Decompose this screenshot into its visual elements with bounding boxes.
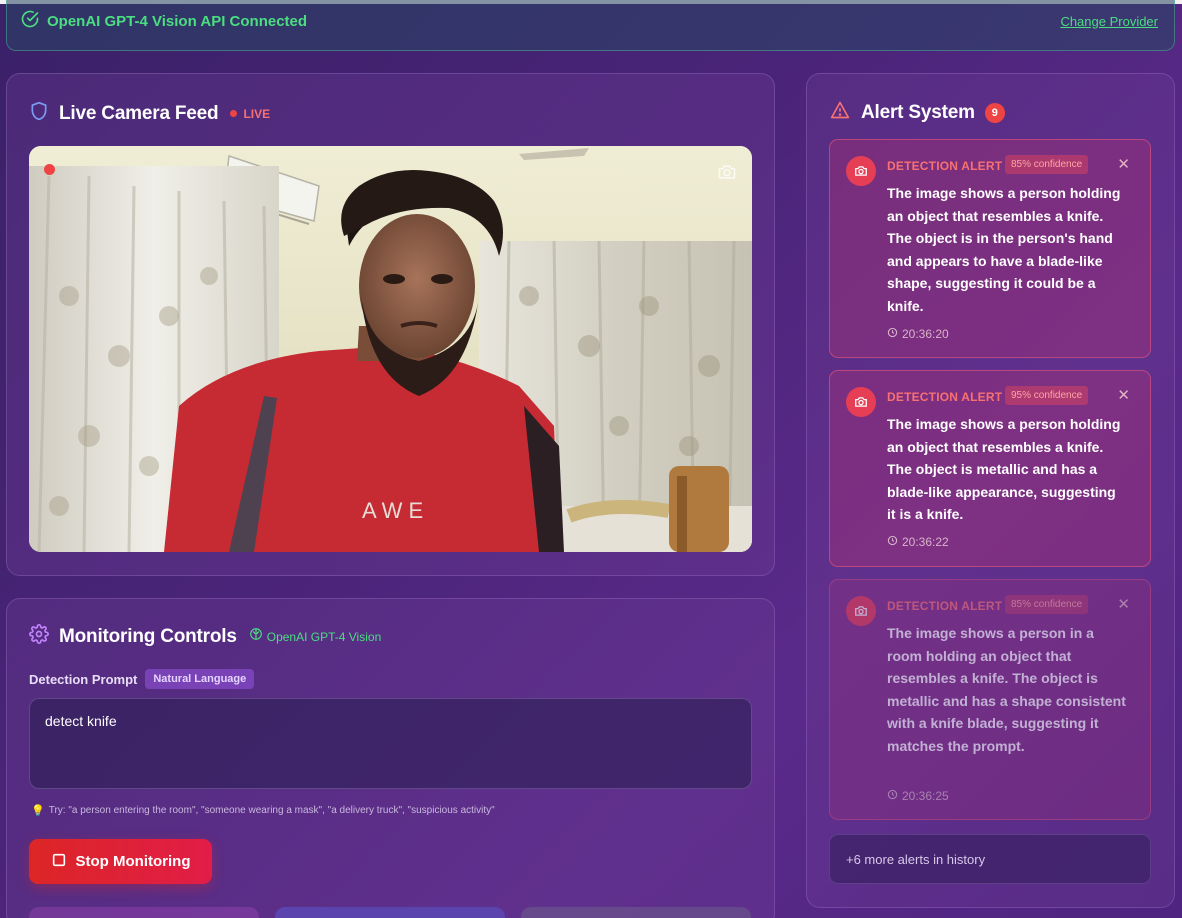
- clock-icon: [887, 535, 898, 549]
- alert-timestamp: 20:36:20: [887, 327, 949, 341]
- alert-title-text: DETECTION ALERT: [887, 159, 1003, 173]
- alert-system-panel: Alert System 9 DETECTION ALERT 85% confi…: [806, 73, 1175, 908]
- live-indicator-dot: [230, 110, 238, 117]
- change-provider-link[interactable]: Change Provider: [1060, 14, 1158, 29]
- confidence-badge: 85% confidence: [1005, 155, 1089, 174]
- check-circle-icon: [21, 10, 39, 33]
- camera-header: Live Camera Feed LIVE: [29, 100, 270, 127]
- live-label: LIVE: [243, 106, 271, 121]
- stat-card-stub: [29, 907, 259, 918]
- shield-icon: [29, 100, 49, 127]
- clock-icon: [887, 789, 898, 803]
- camera-icon[interactable]: [716, 162, 738, 187]
- alert-timestamp: 20:36:22: [887, 535, 949, 549]
- alert-time-text: 20:36:25: [902, 789, 949, 803]
- controls-header: Monitoring Controls OpenAI GPT-4 Vision: [29, 624, 381, 649]
- monitoring-controls-panel: Monitoring Controls OpenAI GPT-4 Vision …: [6, 598, 775, 918]
- status-indicator: OpenAI GPT-4 Vision API Connected: [21, 10, 307, 33]
- recording-indicator: [44, 164, 55, 175]
- alert-card: DETECTION ALERT 85% confidence ✕ The ima…: [829, 139, 1151, 358]
- shirt-print: A W E: [362, 498, 423, 523]
- stop-square-icon: [51, 852, 67, 872]
- detection-prompt-input[interactable]: detect knife: [29, 698, 752, 789]
- stop-monitoring-button[interactable]: Stop Monitoring: [29, 839, 212, 884]
- natural-language-badge: Natural Language: [145, 669, 255, 689]
- alert-description: The image shows a person in a room holdi…: [887, 625, 1126, 754]
- warning-triangle-icon: [829, 100, 851, 125]
- stat-card-stub: [521, 907, 751, 918]
- stop-monitoring-label: Stop Monitoring: [75, 853, 191, 870]
- prompt-hint: 💡 Try: "a person entering the room", "so…: [31, 804, 495, 817]
- lightbulb-icon: 💡: [31, 805, 45, 817]
- close-icon[interactable]: ✕: [1117, 386, 1130, 404]
- provider-label: OpenAI GPT-4 Vision: [266, 629, 382, 644]
- camera-panel: Live Camera Feed LIVE A W E: [6, 73, 775, 576]
- alert-header: Alert System 9: [829, 100, 1005, 125]
- clock-icon: [887, 327, 898, 341]
- alert-card: DETECTION ALERT 85% confidence ✕ The ima…: [829, 579, 1151, 820]
- alert-timestamp: 20:36:25: [887, 789, 949, 803]
- stat-card-stub: [275, 907, 505, 918]
- prompt-label: Detection Prompt: [29, 671, 138, 687]
- alert-camera-icon: [846, 596, 876, 626]
- alert-camera-icon: [846, 387, 876, 417]
- alert-title: Alert System: [861, 101, 975, 123]
- alert-title-text: DETECTION ALERT: [887, 390, 1003, 404]
- close-icon[interactable]: ✕: [1117, 595, 1130, 613]
- prompt-label-row: Detection Prompt Natural Language: [29, 669, 255, 689]
- confidence-badge: 95% confidence: [1005, 386, 1089, 405]
- camera-frame-image: A W E: [29, 146, 752, 552]
- more-alerts-link[interactable]: +6 more alerts in history: [829, 834, 1151, 884]
- alert-time-text: 20:36:22: [902, 535, 949, 549]
- brain-icon: [249, 627, 263, 646]
- hint-text: Try: "a person entering the room", "some…: [48, 805, 495, 816]
- confidence-badge: 85% confidence: [1005, 595, 1089, 614]
- alert-time-text: 20:36:20: [902, 327, 949, 341]
- alert-camera-icon: [846, 156, 876, 186]
- gear-icon: [29, 624, 49, 649]
- alert-title-text: DETECTION ALERT: [887, 599, 1003, 613]
- provider-status-bar: OpenAI GPT-4 Vision API Connected Change…: [6, 0, 1175, 51]
- alert-card: DETECTION ALERT 95% confidence ✕ The ima…: [829, 370, 1151, 567]
- alert-description: The image shows a person holding an obje…: [887, 185, 1121, 314]
- controls-title: Monitoring Controls: [59, 625, 237, 647]
- close-icon[interactable]: ✕: [1117, 155, 1130, 173]
- camera-feed: A W E: [29, 146, 752, 552]
- alert-count-badge: 9: [984, 102, 1005, 123]
- camera-title: Live Camera Feed: [59, 102, 219, 124]
- alert-description: The image shows a person holding an obje…: [887, 416, 1121, 522]
- status-text: OpenAI GPT-4 Vision API Connected: [47, 12, 308, 30]
